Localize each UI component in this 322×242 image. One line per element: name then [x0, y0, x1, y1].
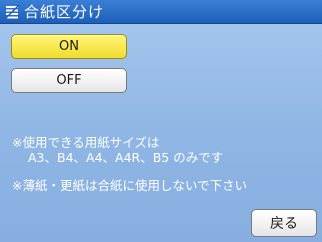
title-bar: 合紙区分け [0, 0, 322, 24]
paper-size-note: ※使用できる用紙サイズは [12, 135, 160, 150]
on-button[interactable]: ON [11, 34, 127, 59]
off-button[interactable]: OFF [11, 68, 127, 93]
interleaf-settings-screen: 合紙区分け ON OFF ※使用できる用紙サイズは A3、B4、A4、A4R、B… [0, 0, 322, 242]
paper-stack-icon [4, 4, 20, 20]
page-title: 合紙区分け [24, 3, 105, 21]
back-button[interactable]: 戻る [251, 209, 317, 237]
paper-size-list: A3、B4、A4、A4R、B5 のみです [28, 150, 224, 165]
thin-paper-warning: ※薄紙・更紙は合紙に使用しないで下さい [12, 178, 248, 193]
